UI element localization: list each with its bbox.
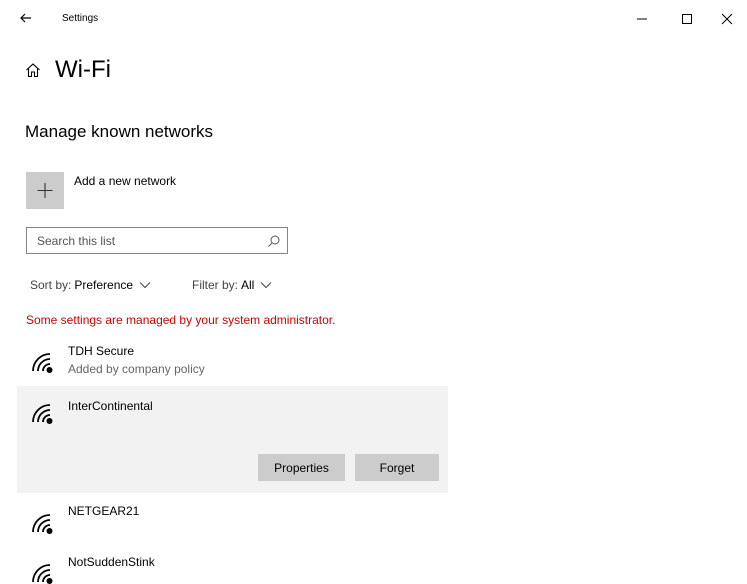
filter-label: Filter by: [192, 278, 239, 292]
wifi-icon [32, 514, 53, 534]
search-icon[interactable] [267, 234, 281, 248]
network-item-notsuddenstink[interactable]: NotSuddenStink [17, 546, 448, 584]
home-icon[interactable] [25, 62, 41, 78]
network-item-intercontinental[interactable]: InterContinental Properties Forget [17, 386, 448, 493]
title-bar: Settings [0, 0, 747, 38]
network-subtitle: Added by company policy [68, 362, 205, 376]
wifi-icon [32, 353, 53, 373]
chevron-down-icon [139, 282, 151, 289]
search-box [26, 227, 288, 254]
back-button[interactable] [14, 6, 38, 30]
chevron-down-icon [261, 282, 272, 289]
network-name: NotSuddenStink [68, 555, 155, 569]
window-title: Settings [62, 13, 99, 24]
sort-label: Sort by: [30, 278, 72, 292]
section-title: Manage known networks [25, 122, 214, 141]
wifi-icon [32, 564, 53, 584]
wifi-icon [32, 404, 53, 424]
forget-button[interactable]: Forget [355, 454, 439, 481]
add-network-label[interactable]: Add a new network [74, 174, 176, 188]
network-name: InterContinental [68, 399, 153, 413]
maximize-icon [682, 14, 692, 24]
filter-value: All [241, 278, 255, 292]
minimize-button[interactable] [622, 6, 662, 32]
admin-warning-text: Some settings are managed by your system… [26, 313, 336, 327]
close-icon [721, 13, 733, 25]
network-item-netgear21[interactable]: NETGEAR21 [17, 496, 448, 542]
page-title: Wi-Fi [55, 56, 111, 83]
filter-dropdown[interactable]: Filter by: All [192, 278, 272, 292]
maximize-button[interactable] [667, 6, 707, 32]
properties-button[interactable]: Properties [258, 454, 345, 481]
close-button[interactable] [707, 6, 747, 32]
back-arrow-icon [20, 13, 31, 23]
plus-icon [37, 183, 53, 198]
sort-dropdown[interactable]: Sort by: Preference [30, 278, 151, 292]
sort-value: Preference [74, 278, 134, 292]
network-item-tdh-secure[interactable]: TDH Secure Added by company policy [17, 337, 448, 383]
add-network-button[interactable] [26, 172, 64, 209]
network-name: TDH Secure [68, 344, 135, 358]
search-input[interactable] [27, 228, 257, 253]
minimize-icon [637, 18, 647, 20]
network-name: NETGEAR21 [68, 504, 140, 518]
